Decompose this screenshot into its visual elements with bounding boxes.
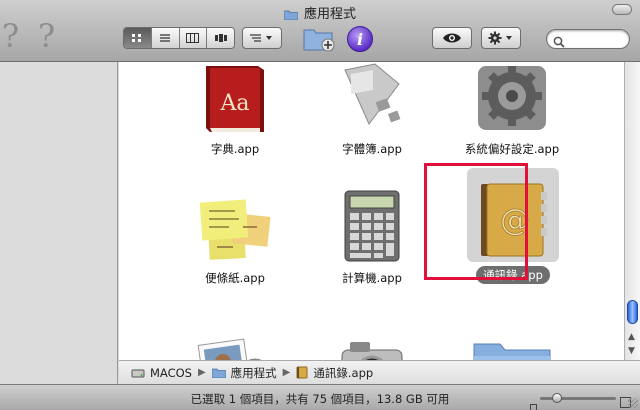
file-item[interactable] <box>302 302 442 360</box>
action-menu-button[interactable] <box>481 27 521 49</box>
folder-icon <box>283 9 299 24</box>
question-mark-icon: ? <box>38 17 56 55</box>
path-item-label: 通訊錄.app <box>313 365 374 380</box>
vertical-scrollbar[interactable]: ▲ ▼ <box>624 62 640 360</box>
scroll-down-arrow-icon[interactable]: ▼ <box>628 346 635 356</box>
file-name: 系統偏好設定.app <box>464 142 560 156</box>
folder-icon <box>464 302 560 360</box>
file-name: 字體簿.app <box>342 142 402 156</box>
font-book-icon <box>324 62 420 136</box>
resize-grip[interactable] <box>628 398 638 408</box>
icon-view-icon <box>132 34 142 42</box>
question-mark-icon: ? <box>2 17 20 55</box>
hard-disk-icon <box>131 369 145 377</box>
path-item-label: MACOS <box>150 365 192 380</box>
toolbar: 應用程式 ? ? i <box>0 0 640 62</box>
file-item[interactable]: 系統偏好設定.app <box>442 62 582 158</box>
sidebar[interactable] <box>0 62 118 384</box>
address-book-icon <box>296 366 308 379</box>
file-name: 便條紙.app <box>205 271 265 285</box>
path-item-disk[interactable]: MACOS <box>131 366 192 380</box>
file-item[interactable] <box>165 302 305 360</box>
calculator-icon <box>324 169 420 265</box>
system-preferences-icon <box>464 62 560 136</box>
icon-view-button[interactable] <box>124 28 152 48</box>
folder-icon <box>211 368 226 378</box>
window-title: 應用程式 <box>0 3 640 24</box>
list-view-icon <box>160 34 171 42</box>
chevron-right-icon: ▶ <box>197 367 206 378</box>
view-mode-segmented-control <box>123 27 235 49</box>
list-view-button[interactable] <box>151 28 180 48</box>
svg-text:Aa: Aa <box>219 91 249 116</box>
file-name: 字典.app <box>210 142 260 156</box>
stickies-icon <box>187 169 283 265</box>
scroll-thumb[interactable] <box>627 300 638 324</box>
finder-window: 應用程式 ? ? i Aa 字典.app 字體簿.app 系統偏好設定.app … <box>0 0 640 410</box>
file-item[interactable] <box>442 302 582 360</box>
get-info-button[interactable]: i <box>347 26 373 52</box>
new-folder-icon <box>303 29 335 52</box>
selection-highlight-box <box>424 163 528 280</box>
arrange-by-button[interactable] <box>242 27 282 49</box>
window-title-text: 應用程式 <box>303 7 356 22</box>
arrange-icon <box>250 34 272 42</box>
quick-look-button[interactable] <box>432 27 472 49</box>
new-folder-button[interactable] <box>302 24 336 52</box>
eye-icon <box>443 33 461 43</box>
column-view-icon <box>186 33 200 43</box>
path-item-folder[interactable]: 應用程式 <box>211 365 277 381</box>
file-item[interactable]: 字體簿.app <box>302 62 442 158</box>
file-name: 計算機.app <box>342 271 402 285</box>
file-item[interactable]: Aa 字典.app <box>165 62 305 158</box>
column-view-button[interactable] <box>179 28 208 48</box>
file-icon-grid: Aa 字典.app 字體簿.app 系統偏好設定.app 便條紙.app 計算機… <box>119 62 624 360</box>
status-bar: 已選取 1 個項目，共有 75 個項目，13.8 GB 可用 <box>0 384 640 410</box>
chevron-right-icon: ▶ <box>282 367 291 378</box>
file-item[interactable]: 計算機.app <box>302 169 442 287</box>
icon-size-slider[interactable] <box>540 393 616 403</box>
search-field[interactable] <box>546 29 630 49</box>
image-capture-icon <box>324 302 420 360</box>
coverflow-view-button[interactable] <box>207 28 234 48</box>
scroll-up-arrow-icon[interactable]: ▲ <box>628 332 635 342</box>
gear-icon <box>488 31 512 45</box>
file-item[interactable]: 便條紙.app <box>165 169 305 287</box>
path-bar: MACOS ▶ 應用程式 ▶ 通訊錄.app <box>119 360 640 384</box>
small-icon-size-icon <box>530 396 537 410</box>
dictionary-icon: Aa <box>187 62 283 136</box>
iphoto-icon <box>187 302 283 360</box>
toolbar-toggle-button[interactable] <box>612 4 632 15</box>
coverflow-view-icon <box>214 34 227 42</box>
path-item-label: 應用程式 <box>230 365 277 380</box>
search-icon <box>553 33 565 52</box>
slider-knob[interactable] <box>552 393 562 403</box>
path-item-file[interactable]: 通訊錄.app <box>296 365 373 381</box>
